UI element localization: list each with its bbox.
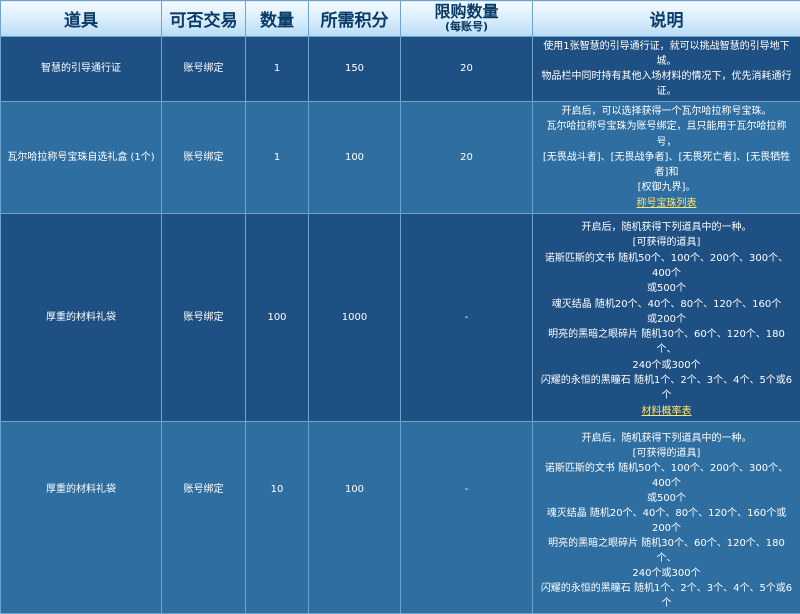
cell-points: 100 [309, 102, 401, 214]
cell-tradable: 账号绑定 [162, 214, 246, 422]
header-limit: 限购数量 (每账号) [401, 1, 533, 37]
desc-line: 240个或300个 [539, 358, 794, 373]
cell-tradable: 账号绑定 [162, 37, 246, 102]
desc-line: [无畏战斗者]、[无畏战争者]、[无畏死亡者]、[无畏牺牲者]和 [539, 150, 794, 181]
desc-line: 魂灭结晶 随机20个、40个、80个、120个、160个或200个 [539, 506, 794, 536]
header-item: 道具 [1, 1, 162, 37]
cell-desc: 使用1张智慧的引导通行证，就可以挑战智慧的引导地下城。 物品栏中同时持有其他入场… [533, 37, 800, 102]
table-header-row: 道具 可否交易 数量 所需积分 限购数量 (每账号) 说明 [1, 1, 800, 37]
cell-item: 瓦尔哈拉称号宝珠自选礼盒 (1个) [1, 102, 162, 214]
desc-line: 瓦尔哈拉称号宝珠为账号绑定，且只能用于瓦尔哈拉称号， [539, 119, 794, 150]
header-desc: 说明 [533, 1, 800, 37]
exchange-table: 道具 可否交易 数量 所需积分 限购数量 (每账号) 说明 智慧的引导通行证 账… [0, 0, 800, 614]
cell-quantity: 10 [246, 421, 309, 613]
desc-line: 240个或300个 [539, 566, 794, 581]
desc-line: 使用1张智慧的引导通行证，就可以挑战智慧的引导地下城。 [539, 39, 794, 69]
desc-line: 闪耀的永恒的黑瞳石 随机1个、2个、3个、4个、5个或6个 [539, 581, 794, 611]
desc-line: 开启后，随机获得下列道具中的一种。 [539, 220, 794, 235]
header-limit-sub: (每账号) [401, 21, 532, 32]
cell-item: 智慧的引导通行证 [1, 37, 162, 102]
table-row: 智慧的引导通行证 账号绑定 1 150 20 使用1张智慧的引导通行证，就可以挑… [1, 37, 800, 102]
desc-line: 魂灭结晶 随机20个、40个、80个、120个、160个 [539, 297, 794, 312]
table-row: 瓦尔哈拉称号宝珠自选礼盒 (1个) 账号绑定 1 100 20 开启后，可以选择… [1, 102, 800, 214]
desc-line: 或500个 [539, 491, 794, 506]
material-probability-link[interactable]: 材料概率表 [642, 406, 692, 417]
header-quantity: 数量 [246, 1, 309, 37]
cell-quantity: 1 [246, 102, 309, 214]
cell-limit: 20 [401, 102, 533, 214]
desc-line: 物品栏中同时持有其他入场材料的情况下，优先消耗通行证。 [539, 69, 794, 99]
desc-line: 明亮的黑暗之眼碎片 随机30个、60个、120个、180个、 [539, 327, 794, 358]
cell-limit: - [401, 421, 533, 613]
cell-desc: 开启后，随机获得下列道具中的一种。 [可获得的道具] 诺斯匹斯的文书 随机50个… [533, 214, 800, 422]
cell-quantity: 100 [246, 214, 309, 422]
cell-tradable: 账号绑定 [162, 421, 246, 613]
desc-line: [可获得的道具] [539, 446, 794, 461]
cell-limit: - [401, 214, 533, 422]
cell-quantity: 1 [246, 37, 309, 102]
desc-line: 闪耀的永恒的黑瞳石 随机1个、2个、3个、4个、5个或6个 [539, 373, 794, 404]
cell-points: 1000 [309, 214, 401, 422]
desc-line: 或500个 [539, 281, 794, 296]
desc-line: 明亮的黑暗之眼碎片 随机30个、60个、120个、180个、 [539, 536, 794, 566]
desc-line: [可获得的道具] [539, 235, 794, 250]
header-points: 所需积分 [309, 1, 401, 37]
cell-tradable: 账号绑定 [162, 102, 246, 214]
desc-line: 开启后，随机获得下列道具中的一种。 [539, 431, 794, 446]
desc-line: 诺斯匹斯的文书 随机50个、100个、200个、300个、400个 [539, 251, 794, 282]
header-tradable: 可否交易 [162, 1, 246, 37]
desc-line: [权御九界]。 [539, 180, 794, 195]
cell-desc: 开启后，随机获得下列道具中的一种。 [可获得的道具] 诺斯匹斯的文书 随机50个… [533, 421, 800, 613]
title-orb-list-link[interactable]: 称号宝珠列表 [637, 198, 697, 209]
cell-points: 100 [309, 421, 401, 613]
desc-line: 诺斯匹斯的文书 随机50个、100个、200个、300个、400个 [539, 461, 794, 491]
cell-limit: 20 [401, 37, 533, 102]
cell-item: 厚重的材料礼袋 [1, 214, 162, 422]
desc-line: 或200个 [539, 312, 794, 327]
cell-desc: 开启后，可以选择获得一个瓦尔哈拉称号宝珠。 瓦尔哈拉称号宝珠为账号绑定，且只能用… [533, 102, 800, 214]
cell-points: 150 [309, 37, 401, 102]
table-row: 厚重的材料礼袋 账号绑定 10 100 - 开启后，随机获得下列道具中的一种。 … [1, 421, 800, 613]
desc-line: 开启后，可以选择获得一个瓦尔哈拉称号宝珠。 [539, 104, 794, 119]
table-row: 厚重的材料礼袋 账号绑定 100 1000 - 开启后，随机获得下列道具中的一种… [1, 214, 800, 422]
cell-item: 厚重的材料礼袋 [1, 421, 162, 613]
header-limit-label: 限购数量 [401, 3, 532, 21]
